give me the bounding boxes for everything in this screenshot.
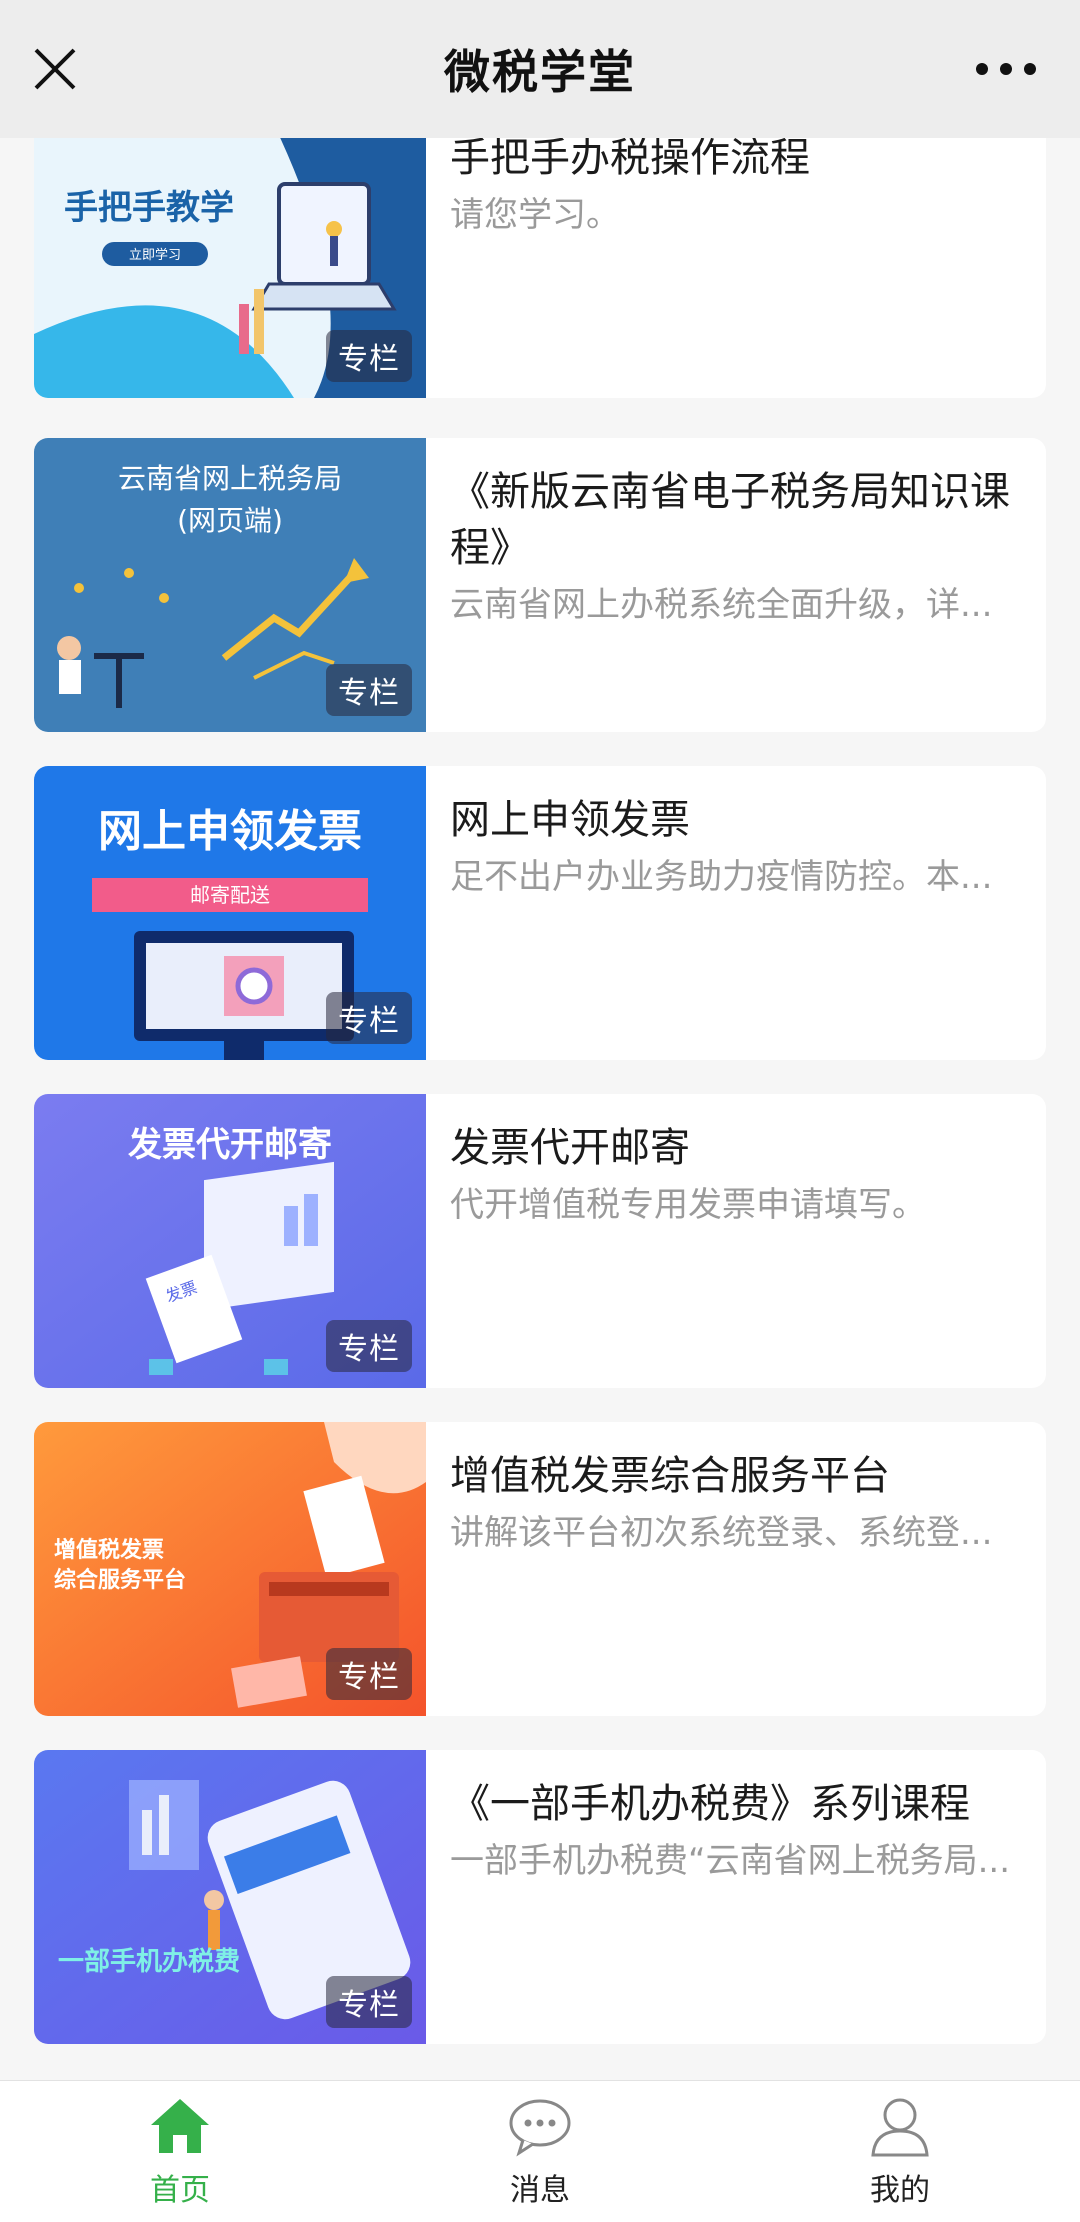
course-title: 网上申领发票 [450, 797, 690, 843]
course-description: 足不出户办业务助力疫情防控。本... [450, 857, 993, 897]
course-title: 发票代开邮寄 [450, 1125, 690, 1171]
tab-messages[interactable]: 消息 [360, 2081, 720, 2222]
column-badge: 专栏 [326, 1976, 412, 2028]
tab-label: 消息 [510, 2173, 570, 2208]
top-bar: 微税学堂 [0, 0, 1080, 138]
course-description: 请您学习。 [450, 195, 620, 235]
course-description: 云南省网上办税系统全面升级，详... [450, 585, 993, 625]
home-icon [151, 2099, 209, 2153]
column-badge: 专栏 [326, 992, 412, 1044]
close-icon[interactable] [28, 42, 82, 96]
course-description: 一部手机办税费“云南省网上税务局... [450, 1841, 1011, 1881]
course-description: 讲解该平台初次系统登录、系统登... [450, 1513, 993, 1553]
course-thumbnail: 发票代开邮寄 发票 专栏 [34, 1094, 426, 1388]
more-dots-icon[interactable] [976, 52, 1048, 86]
course-thumbnail: 增值税发票 综合服务平台 专栏 [34, 1422, 426, 1716]
course-thumbnail: 手把手教学 立即学习 专栏 [34, 138, 426, 398]
svg-text:邮寄配送: 邮寄配送 [190, 883, 270, 907]
tab-label: 首页 [150, 2173, 210, 2208]
course-card[interactable]: 云南省网上税务局 (网页端) 专栏 《新版云南省电子税务局知识课程》 云南省网上… [34, 438, 1046, 732]
course-title: 手把手办税操作流程 [450, 138, 810, 181]
tab-me[interactable]: 我的 [720, 2081, 1080, 2222]
bottom-tab-bar: 首页 消息 我的 [0, 2080, 1080, 2222]
course-title: 增值税发票综合服务平台 [450, 1453, 890, 1499]
course-thumbnail: 网上申领发票 邮寄配送 专栏 [34, 766, 426, 1060]
thumb-heading: 发票代开邮寄 [128, 1125, 332, 1165]
thumb-heading: 增值税发票 [54, 1537, 164, 1563]
column-badge: 专栏 [326, 1648, 412, 1700]
course-card[interactable]: 手把手教学 立即学习 专栏 手把手办税操作流程 请您学习。 [34, 138, 1046, 398]
column-badge: 专栏 [326, 664, 412, 716]
course-thumbnail: 一部手机办税费 专栏 [34, 1750, 426, 2044]
course-card[interactable]: 增值税发票 综合服务平台 专栏 增值税发票综合服务平台 讲解该平台初次系统登录、… [34, 1422, 1046, 1716]
course-thumbnail: 云南省网上税务局 (网页端) 专栏 [34, 438, 426, 732]
course-title: 《一部手机办税费》系列课程 [450, 1781, 970, 1827]
column-badge: 专栏 [326, 1320, 412, 1372]
course-title: 《新版云南省电子税务局知识课程》 [450, 469, 1010, 571]
course-card[interactable]: 网上申领发票 邮寄配送 专栏 网上申领发票 足不出户办业务助力疫情防控。本... [34, 766, 1046, 1060]
tab-home[interactable]: 首页 [0, 2081, 360, 2222]
thumb-heading: 一部手机办税费 [58, 1947, 240, 1977]
thumb-heading: 网上申领发票 [98, 806, 362, 857]
course-card[interactable]: 一部手机办税费 专栏 《一部手机办税费》系列课程 一部手机办税费“云南省网上税务… [34, 1750, 1046, 2044]
course-card[interactable]: 发票代开邮寄 发票 专栏 发票代开邮寄 代开增值税专用发票申请填写。 [34, 1094, 1046, 1388]
column-badge: 专栏 [326, 330, 412, 382]
thumb-heading: 手把手教学 [64, 188, 234, 228]
page-title: 微税学堂 [444, 45, 636, 99]
chat-bubble-icon [509, 2099, 571, 2157]
thumb-heading: 云南省网上税务局 [118, 462, 342, 495]
svg-text:综合服务平台: 综合服务平台 [54, 1567, 186, 1593]
tab-label: 我的 [870, 2173, 930, 2208]
svg-text:(网页端): (网页端) [177, 504, 283, 537]
svg-text:立即学习: 立即学习 [129, 247, 181, 263]
course-list[interactable]: 手把手教学 立即学习 专栏 手把手办税操作流程 请您学习。 云南省网上税务局 (… [0, 138, 1080, 2080]
course-description: 代开增值税专用发票申请填写。 [450, 1185, 926, 1225]
user-icon [871, 2098, 929, 2157]
